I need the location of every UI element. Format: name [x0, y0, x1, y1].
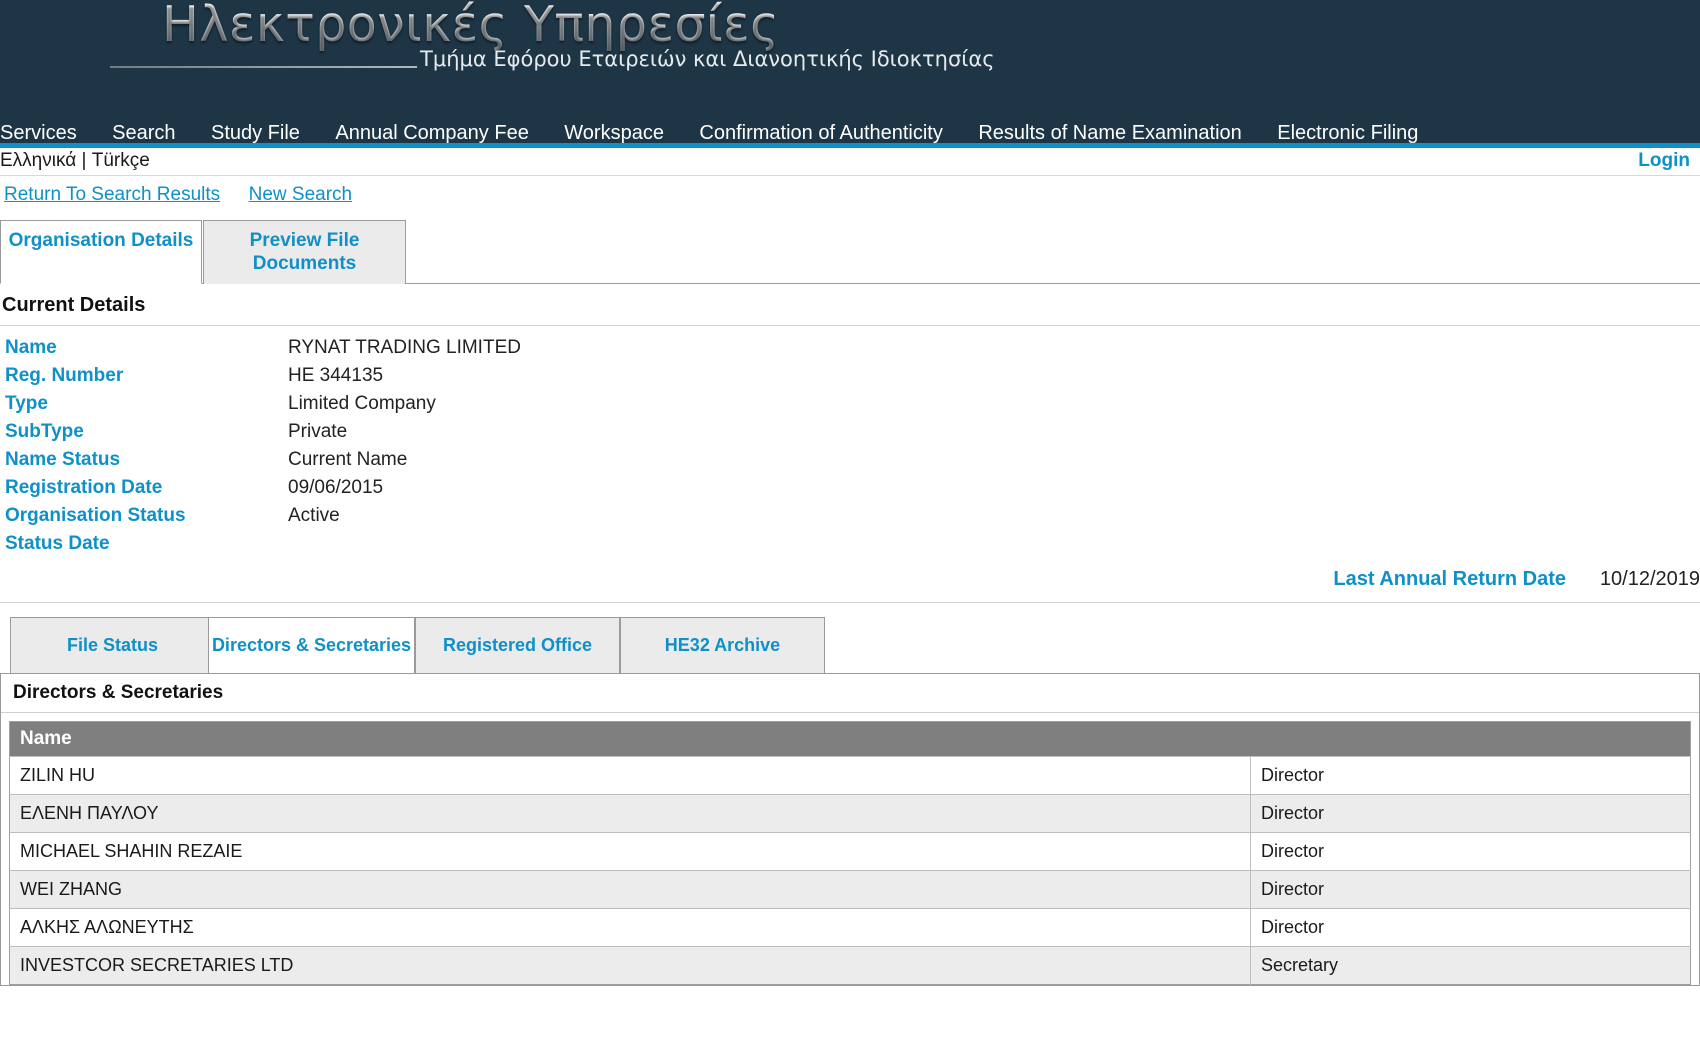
column-header-name: Name [9, 721, 1251, 757]
column-header-role [1250, 721, 1691, 757]
subtab-file-status[interactable]: File Status [10, 617, 215, 673]
subtab-registered-office-label: Registered Office [442, 635, 593, 655]
subtab-he32-archive[interactable]: HE32 Archive [620, 617, 825, 673]
detail-value-reg-number: HE 344135 [288, 365, 384, 386]
language-switcher: Ελληνικά | Türkçe [0, 150, 150, 172]
last-annual-return-value: 10/12/2019 [1599, 568, 1700, 590]
detail-row-name: Name RYNAT TRADING LIMITED [0, 334, 1700, 362]
directors-secretaries-panel: Directors & Secretaries Name ZILIN HU Di… [0, 673, 1700, 986]
tab-preview-file-documents-label-line2: Documents [252, 253, 357, 274]
subtab-registered-office[interactable]: Registered Office [415, 617, 620, 673]
language-separator: | [81, 150, 87, 171]
cell-role: Director [1250, 756, 1691, 795]
cell-role: Director [1250, 832, 1691, 871]
tab-preview-file-documents-label-line1: Preview File [249, 230, 360, 251]
primary-tab-bar: Organisation Details Preview File Docume… [0, 220, 1700, 284]
language-login-strip: Ελληνικά | Türkçe Login [0, 148, 1700, 176]
cell-role: Director [1250, 870, 1691, 909]
nav-item-confirmation-of-authenticity[interactable]: Confirmation of Authenticity [699, 118, 942, 148]
detail-row-name-status: Name Status Current Name [0, 446, 1700, 474]
tab-organisation-details-label: Organisation Details [8, 230, 194, 251]
nav-item-search[interactable]: Search [112, 118, 175, 148]
current-details-field-list: Name RYNAT TRADING LIMITED Reg. Number H… [0, 326, 1700, 560]
last-annual-return-row: Last Annual Return Date 10/12/2019 [0, 560, 1700, 602]
subtab-he32-archive-label: HE32 Archive [664, 635, 781, 655]
tab-organisation-details[interactable]: Organisation Details [0, 220, 202, 284]
detail-label-name: Name [5, 337, 57, 358]
site-logo-subtitle: Τμήμα Εφόρου Εταιρειών και Διανοητικής Ι… [420, 47, 995, 71]
cell-role: Director [1250, 794, 1691, 833]
language-link-turkish[interactable]: Türkçe [92, 150, 150, 171]
secondary-tab-bar: File Status Directors & Secretaries Regi… [0, 617, 1700, 673]
detail-row-type: Type Limited Company [0, 390, 1700, 418]
directors-secretaries-table: Name ZILIN HU Director ΕΛΕΝΗ ΠΑΥΛΟΥ Dire… [9, 721, 1691, 985]
subtab-file-status-label: File Status [66, 635, 159, 655]
detail-label-registration-date: Registration Date [5, 477, 163, 498]
return-to-search-results-link[interactable]: Return To Search Results [4, 184, 220, 205]
tab-preview-file-documents[interactable]: Preview File Documents [203, 220, 406, 284]
nav-item-electronic-filing[interactable]: Electronic Filing [1277, 118, 1418, 148]
site-logo-title: Ηλεκτρονικές Υπηρεσίες [162, 0, 779, 53]
cell-name: WEI ZHANG [9, 870, 1251, 909]
detail-row-reg-number: Reg. Number HE 344135 [0, 362, 1700, 390]
detail-row-status-date: Status Date [0, 530, 1700, 558]
nav-item-results-of-name-examination[interactable]: Results of Name Examination [978, 118, 1241, 148]
cell-name: INVESTCOR SECRETARIES LTD [9, 946, 1251, 985]
detail-value-name: RYNAT TRADING LIMITED [288, 337, 521, 358]
logo-divider-rule [110, 66, 417, 68]
new-search-link[interactable]: New Search [249, 184, 353, 205]
table-row[interactable]: MICHAEL SHAHIN REZAIE Director [9, 832, 1691, 871]
detail-label-subtype: SubType [5, 421, 84, 442]
directors-table-body: ZILIN HU Director ΕΛΕΝΗ ΠΑΥΛΟΥ Director … [9, 756, 1691, 985]
current-details-panel: Current Details Name RYNAT TRADING LIMIT… [0, 284, 1700, 603]
detail-value-registration-date: 09/06/2015 [288, 477, 384, 498]
language-link-greek[interactable]: Ελληνικά [0, 150, 76, 171]
current-details-heading: Current Details [0, 284, 1700, 326]
cell-role: Director [1250, 908, 1691, 947]
table-header-row: Name [9, 721, 1691, 757]
subtab-directors-secretaries-label: Directors & Secretaries [211, 635, 412, 655]
main-navigation: Services Search Study File Annual Compan… [0, 118, 1700, 148]
table-row[interactable]: WEI ZHANG Director [9, 870, 1691, 909]
table-row[interactable]: ΕΛΕΝΗ ΠΑΥΛΟΥ Director [9, 794, 1691, 833]
detail-value-type: Limited Company [288, 393, 436, 414]
detail-value-name-status: Current Name [288, 449, 408, 470]
detail-label-reg-number: Reg. Number [5, 365, 124, 386]
site-header-banner: Ηλεκτρονικές Υπηρεσίες Τμήμα Εφόρου Εται… [0, 0, 1700, 118]
detail-row-subtype: SubType Private [0, 418, 1700, 446]
detail-value-organisation-status: Active [288, 505, 340, 526]
directors-table-wrapper: Name ZILIN HU Director ΕΛΕΝΗ ΠΑΥΛΟΥ Dire… [1, 713, 1699, 985]
search-links-bar: Return To Search Results New Search [0, 176, 1700, 216]
directors-secretaries-heading: Directors & Secretaries [1, 674, 1699, 713]
nav-item-services[interactable]: Services [0, 118, 77, 148]
cell-name: ZILIN HU [9, 756, 1251, 795]
cell-role: Secretary [1250, 946, 1691, 985]
subtab-directors-secretaries[interactable]: Directors & Secretaries [208, 617, 415, 673]
table-row[interactable]: ZILIN HU Director [9, 756, 1691, 795]
detail-value-subtype: Private [288, 421, 348, 442]
cell-name: MICHAEL SHAHIN REZAIE [9, 832, 1251, 871]
detail-label-organisation-status: Organisation Status [5, 505, 186, 526]
nav-item-study-file[interactable]: Study File [211, 118, 300, 148]
cell-name: ΕΛΕΝΗ ΠΑΥΛΟΥ [9, 794, 1251, 833]
detail-label-type: Type [5, 393, 48, 414]
detail-row-organisation-status: Organisation Status Active [0, 502, 1700, 530]
table-row[interactable]: ΑΛΚΗΣ ΑΛΩΝΕΥΤΗΣ Director [9, 908, 1691, 947]
last-annual-return-label: Last Annual Return Date [1333, 568, 1566, 590]
detail-row-registration-date: Registration Date 09/06/2015 [0, 474, 1700, 502]
detail-label-status-date: Status Date [5, 533, 110, 554]
nav-item-workspace[interactable]: Workspace [564, 118, 664, 148]
detail-label-name-status: Name Status [5, 449, 121, 470]
nav-item-annual-company-fee[interactable]: Annual Company Fee [335, 118, 528, 148]
login-link[interactable]: Login [1638, 150, 1690, 172]
cell-name: ΑΛΚΗΣ ΑΛΩΝΕΥΤΗΣ [9, 908, 1251, 947]
table-row[interactable]: INVESTCOR SECRETARIES LTD Secretary [9, 946, 1691, 985]
